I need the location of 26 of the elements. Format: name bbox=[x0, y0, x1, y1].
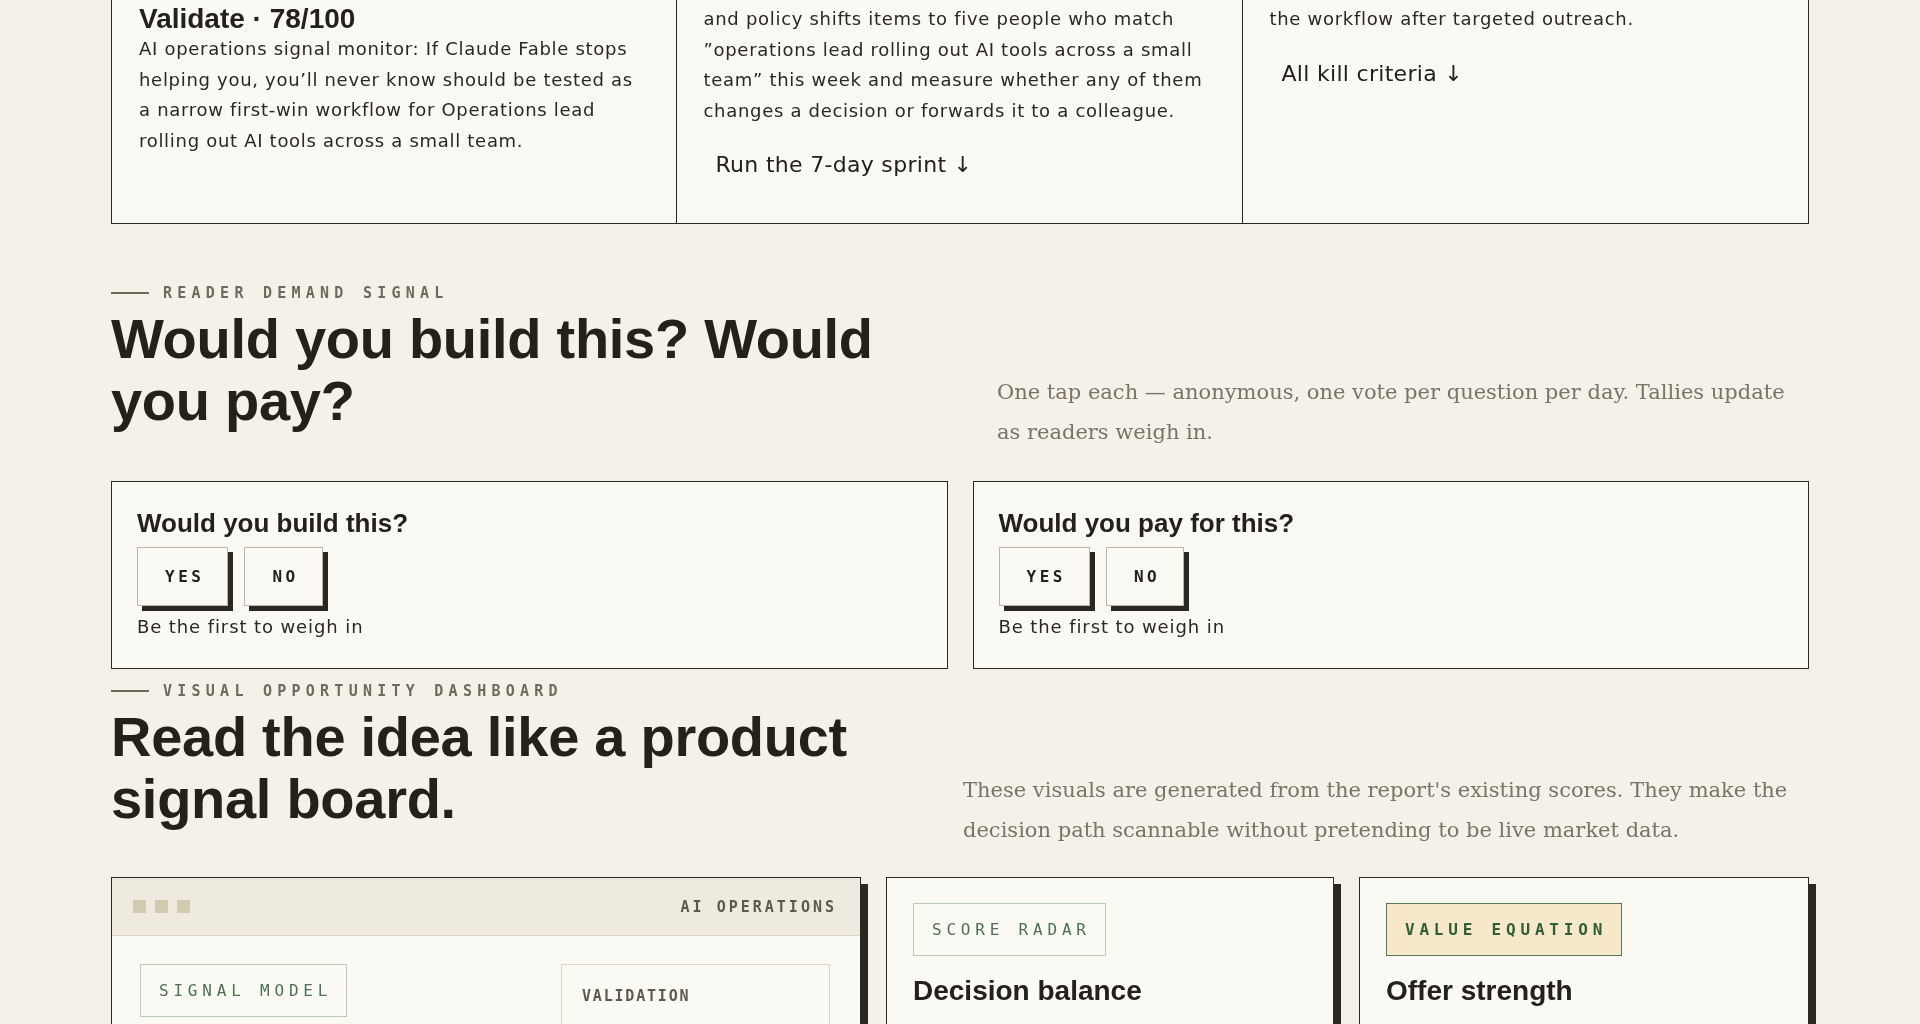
square-icon bbox=[177, 900, 190, 913]
category-tag: SIGNAL MODEL bbox=[140, 964, 348, 1017]
jump-link[interactable]: Run the 7-day sprint ↓ bbox=[715, 150, 973, 181]
card-text: and policy shifts items to five people who match ”operations lead rolling out AI tools across a small team” this week and measure whether any of them changes a decision or forwards it to a colleague. bbox=[703, 7, 1204, 123]
category-tag: VALUE EQUATION bbox=[1386, 903, 1623, 956]
category-tag: SCORE RADAR bbox=[913, 903, 1106, 956]
section-heading: Read the idea like a product signal board. bbox=[111, 706, 848, 830]
square-icon bbox=[133, 900, 146, 913]
header-label: AI OPERATIONS bbox=[680, 897, 837, 916]
section-description: These visuals are generated from the report's existing scores. They make the decision path scannable without pretending to be live market data. bbox=[963, 777, 1789, 844]
section-heading: Would you build this? Would you pay? bbox=[111, 308, 874, 432]
section-description: One tap each — anonymous, one vote per question per day. Tallies update as readers weigh in. bbox=[997, 379, 1786, 446]
eyebrow-label: READER DEMAND SIGNAL bbox=[163, 284, 449, 302]
card-title: Validate · 78/100 bbox=[139, 4, 356, 34]
square-icon bbox=[155, 900, 168, 913]
jump-link[interactable]: All kill criteria ↓ bbox=[1281, 58, 1464, 89]
card-heading: Offer strength bbox=[1386, 975, 1573, 1007]
validation-label: VALIDATION bbox=[582, 987, 691, 1005]
tally-text: Be the first to weigh in bbox=[137, 615, 364, 639]
eyebrow-label: VISUAL OPPORTUNITY DASHBOARD bbox=[163, 682, 563, 700]
card-text: the workflow after targeted outreach. bbox=[1269, 7, 1634, 31]
card-heading: Decision balance bbox=[913, 975, 1142, 1007]
card-text: AI operations signal monitor: If Claude Fable stops helping you, you’ll never know should be tested as a narrow first-win workflow for Operations lead rolling out AI tools across a small team. bbox=[139, 37, 634, 153]
poll-question: Would you build this? bbox=[137, 508, 409, 538]
tally-text: Be the first to weigh in bbox=[998, 615, 1225, 639]
poll-question: Would you pay for this? bbox=[998, 508, 1295, 538]
